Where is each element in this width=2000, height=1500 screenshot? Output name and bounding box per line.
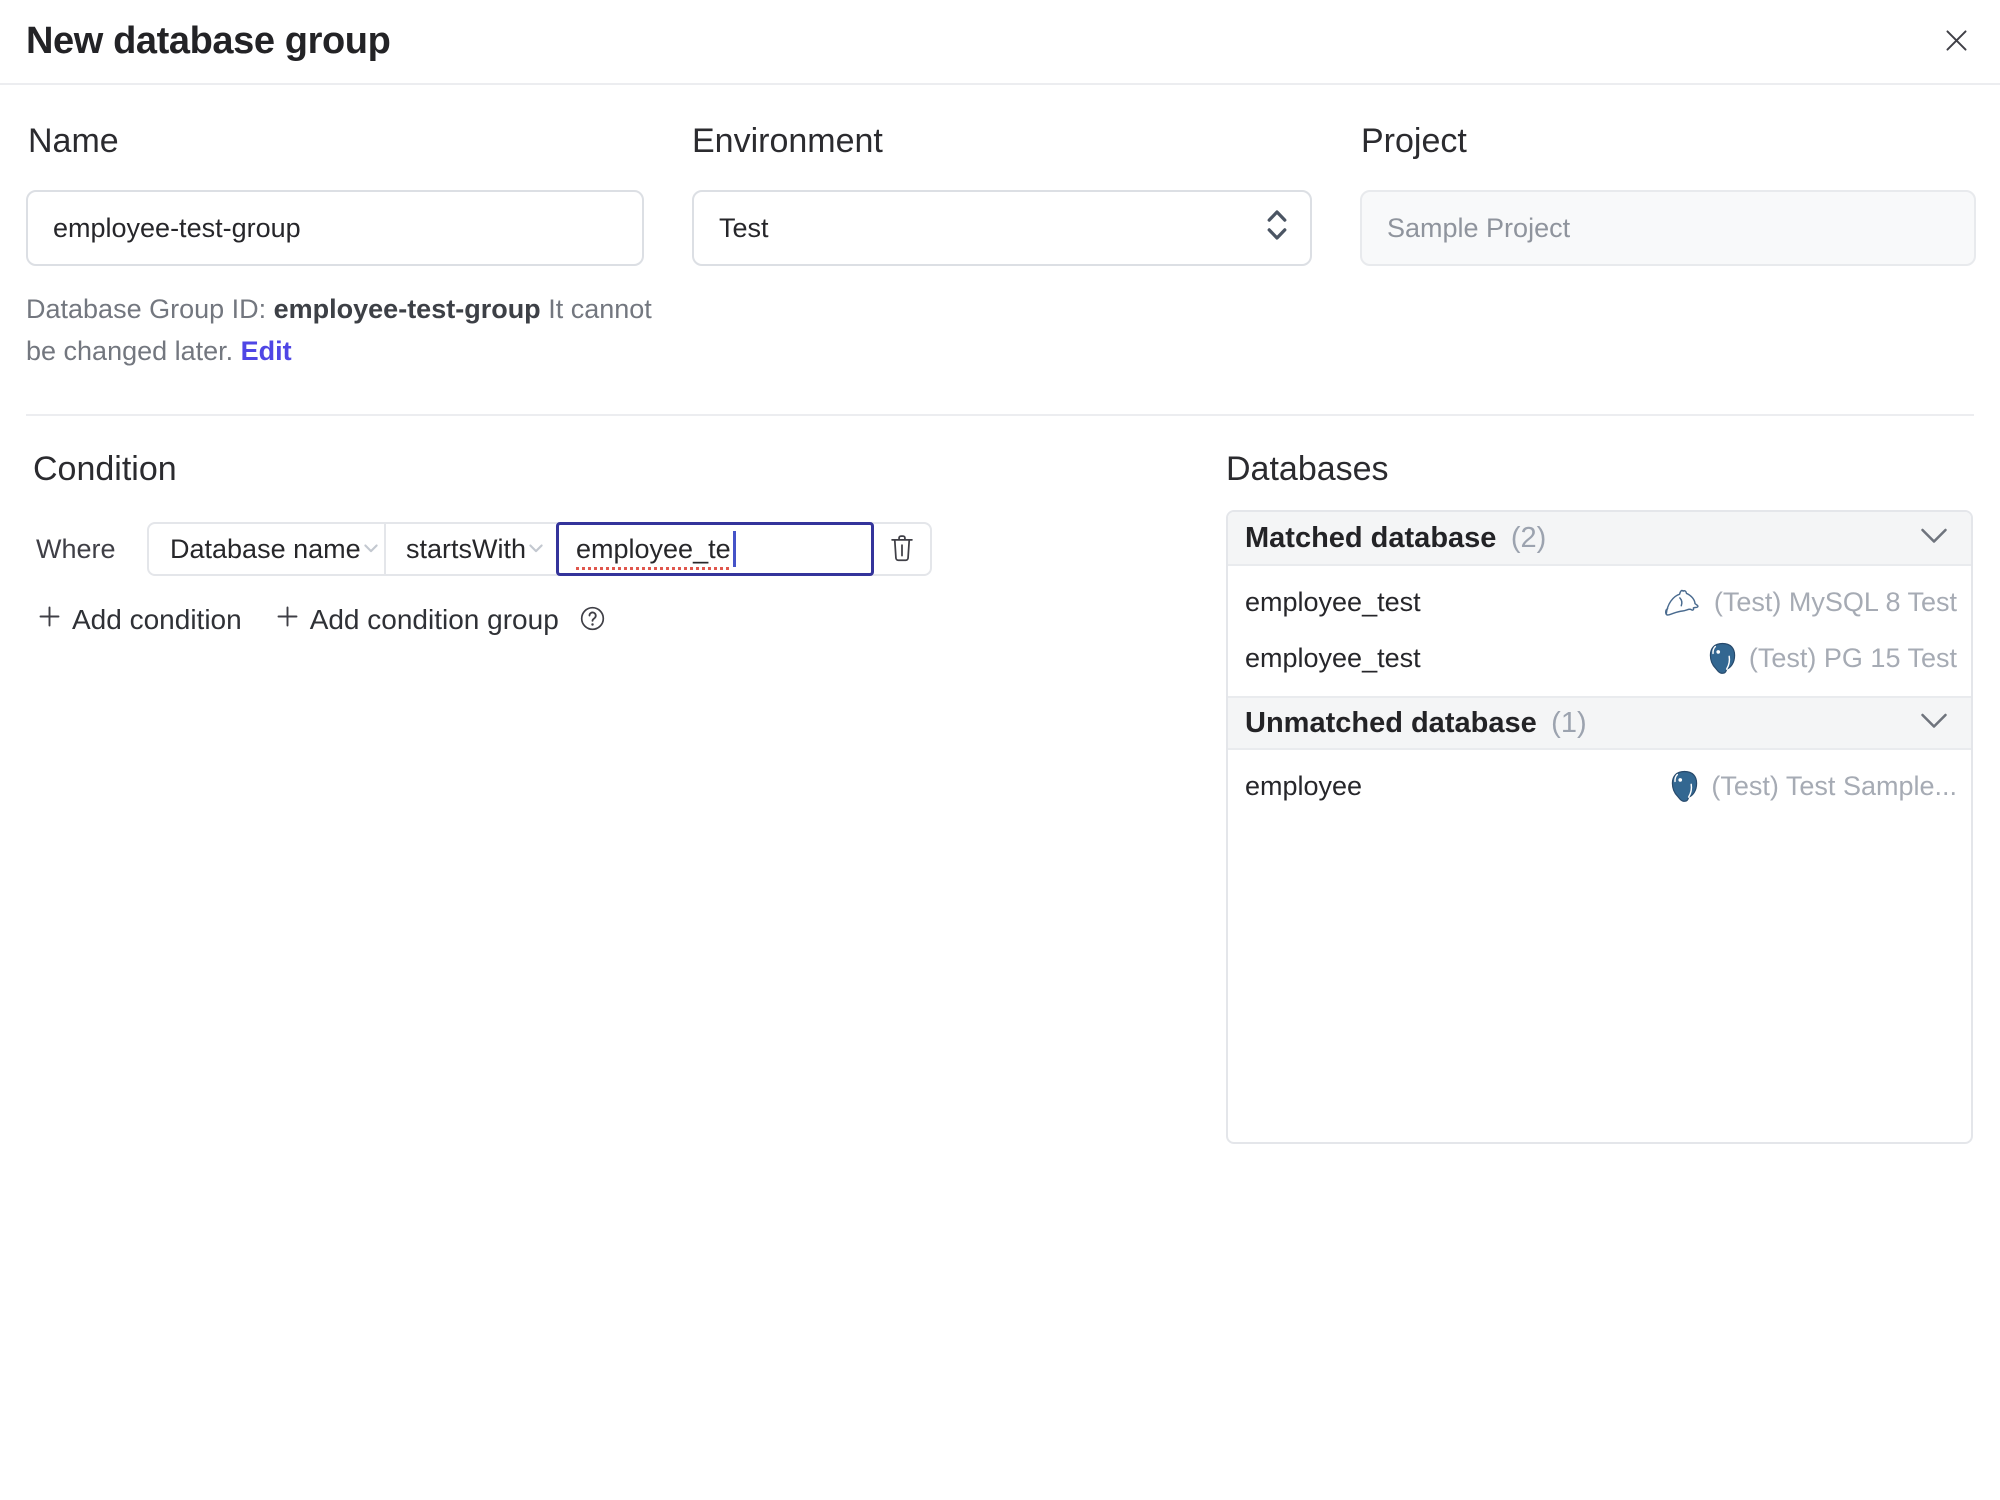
condition-value-input[interactable]: employee_te <box>556 522 874 576</box>
database-group-id-value: employee-test-group <box>273 294 541 324</box>
close-button[interactable] <box>1941 25 1972 59</box>
matched-database-section-header[interactable]: Matched database (2) <box>1228 512 1971 566</box>
trash-icon <box>888 532 916 566</box>
databases-heading: Databases <box>1226 450 1389 488</box>
text-caret <box>732 531 736 567</box>
db-instance-label: (Test) PG 15 Test <box>1748 642 1957 673</box>
unmatched-database-section-header[interactable]: Unmatched database (1) <box>1228 696 1971 750</box>
hint-prefix: Database Group ID: <box>26 294 274 324</box>
chevron-down-icon <box>1919 712 1949 735</box>
section-divider <box>26 414 1974 416</box>
condition-row: Where Database name startsWith employee_… <box>36 521 932 577</box>
add-condition-group-button[interactable]: Add condition group <box>274 603 559 637</box>
project-select: Sample Project <box>1360 190 1976 266</box>
add-condition-group-label: Add condition group <box>309 604 559 635</box>
db-instance: (Test) PG 15 Test <box>1707 642 1957 675</box>
help-icon <box>579 605 606 635</box>
select-updown-icon <box>1264 207 1290 250</box>
database-row: employee (Test) Test Sample... <box>1228 758 1971 814</box>
unmatched-database-list: employee (Test) Test Sample... <box>1228 750 1971 824</box>
project-label: Project <box>1361 122 1467 160</box>
condition-help-button[interactable] <box>579 605 606 635</box>
postgres-icon <box>1707 642 1738 675</box>
condition-operator-select[interactable]: startsWith <box>386 524 550 574</box>
matched-database-label: Matched database <box>1245 521 1497 554</box>
environment-select[interactable]: Test <box>692 190 1312 266</box>
db-instance: (Test) MySQL 8 Test <box>1664 587 1957 618</box>
where-label: Where <box>36 533 116 564</box>
delete-condition-button[interactable] <box>874 524 930 574</box>
project-select-value: Sample Project <box>1387 212 1571 243</box>
database-row: employee_test (Test) MySQL 8 Test <box>1228 574 1971 630</box>
unmatched-database-label-wrap: Unmatched database (1) <box>1245 707 1587 740</box>
db-name: employee_test <box>1245 586 1421 617</box>
name-input-value: employee-test-group <box>53 212 301 243</box>
chevron-down-icon <box>361 534 381 565</box>
new-database-group-dialog: New database group Name Environment Proj… <box>0 0 2000 1500</box>
mysql-icon <box>1664 587 1703 618</box>
name-label: Name <box>28 122 119 160</box>
databases-panel: Matched database (2) employee_test (Test… <box>1226 510 1973 1144</box>
close-icon <box>1941 25 1972 59</box>
chevron-down-icon <box>526 534 546 565</box>
db-name: employee_test <box>1245 642 1421 673</box>
chevron-down-icon <box>1919 527 1949 550</box>
add-condition-label: Add condition <box>72 604 242 635</box>
unmatched-database-label: Unmatched database <box>1245 706 1537 739</box>
database-group-id-hint: Database Group ID: employee-test-group I… <box>26 288 676 372</box>
edit-id-link[interactable]: Edit <box>241 336 292 366</box>
postgres-icon <box>1669 770 1700 803</box>
plus-icon <box>274 603 301 637</box>
condition-expression-group: Database name startsWith employee_te <box>147 522 932 576</box>
matched-database-label-wrap: Matched database (2) <box>1245 522 1546 555</box>
db-name: employee <box>1245 770 1363 801</box>
name-input[interactable]: employee-test-group <box>26 190 644 266</box>
matched-database-list: employee_test (Test) MySQL 8 Test employ… <box>1228 566 1971 696</box>
condition-factor-value: Database name <box>170 533 361 564</box>
db-instance: (Test) Test Sample... <box>1669 770 1957 803</box>
matched-database-count: (2) <box>1510 521 1547 554</box>
environment-label: Environment <box>692 122 883 160</box>
dialog-header: New database group <box>0 0 2000 85</box>
db-instance-label: (Test) Test Sample... <box>1711 770 1957 801</box>
condition-heading: Condition <box>33 450 177 488</box>
dialog-title: New database group <box>26 20 391 62</box>
condition-actions: Add condition Add condition group <box>36 600 606 640</box>
environment-select-value: Test <box>719 212 769 243</box>
condition-operator-value: startsWith <box>406 533 527 564</box>
plus-icon <box>36 603 63 637</box>
db-instance-label: (Test) MySQL 8 Test <box>1713 586 1957 617</box>
add-condition-button[interactable]: Add condition <box>36 603 242 637</box>
condition-value-text: employee_te <box>576 533 731 564</box>
unmatched-database-count: (1) <box>1551 706 1587 739</box>
database-row: employee_test (Test) PG 15 Test <box>1228 630 1971 686</box>
condition-factor-select[interactable]: Database name <box>149 524 386 574</box>
